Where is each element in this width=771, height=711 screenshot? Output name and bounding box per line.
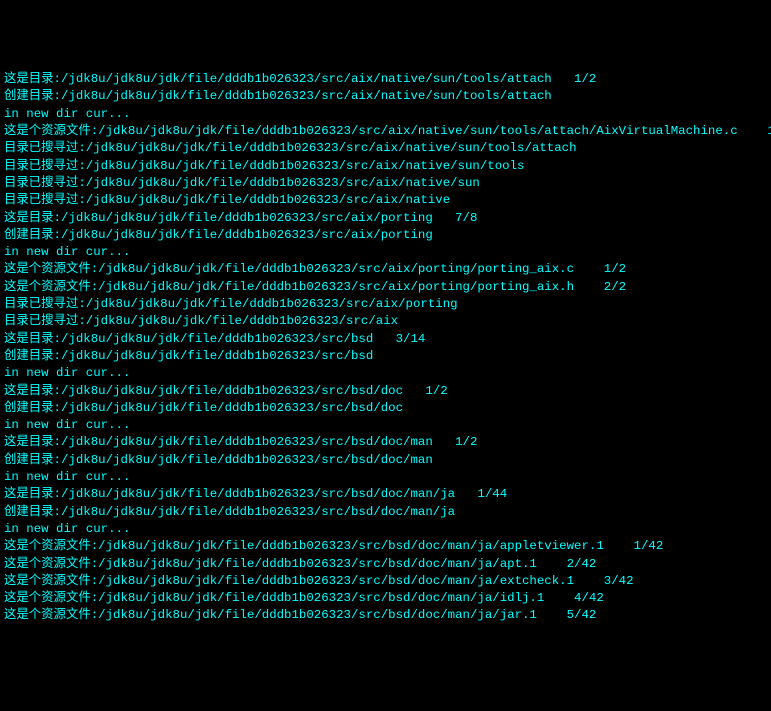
terminal-line: 这是个资源文件:/jdk8u/jdk8u/jdk/file/dddb1b0263… — [4, 556, 767, 573]
terminal-line: 创建目录:/jdk8u/jdk8u/jdk/file/dddb1b026323/… — [4, 400, 767, 417]
terminal-line: 这是个资源文件:/jdk8u/jdk8u/jdk/file/dddb1b0263… — [4, 538, 767, 555]
terminal-line: 目录已搜寻过:/jdk8u/jdk8u/jdk/file/dddb1b02632… — [4, 140, 767, 157]
terminal-line: 这是目录:/jdk8u/jdk8u/jdk/file/dddb1b026323/… — [4, 383, 767, 400]
terminal-line: 目录已搜寻过:/jdk8u/jdk8u/jdk/file/dddb1b02632… — [4, 158, 767, 175]
terminal-line: 这是目录:/jdk8u/jdk8u/jdk/file/dddb1b026323/… — [4, 331, 767, 348]
terminal-line: 这是个资源文件:/jdk8u/jdk8u/jdk/file/dddb1b0263… — [4, 279, 767, 296]
terminal-line: 目录已搜寻过:/jdk8u/jdk8u/jdk/file/dddb1b02632… — [4, 313, 767, 330]
terminal-line: 创建目录:/jdk8u/jdk8u/jdk/file/dddb1b026323/… — [4, 227, 767, 244]
terminal-line: 目录已搜寻过:/jdk8u/jdk8u/jdk/file/dddb1b02632… — [4, 296, 767, 313]
terminal-line: in new dir cur... — [4, 469, 767, 486]
terminal-line: 这是个资源文件:/jdk8u/jdk8u/jdk/file/dddb1b0263… — [4, 590, 767, 607]
terminal-line: 创建目录:/jdk8u/jdk8u/jdk/file/dddb1b026323/… — [4, 348, 767, 365]
terminal-line: 这是个资源文件:/jdk8u/jdk8u/jdk/file/dddb1b0263… — [4, 607, 767, 624]
terminal-line: 创建目录:/jdk8u/jdk8u/jdk/file/dddb1b026323/… — [4, 452, 767, 469]
terminal-line: 创建目录:/jdk8u/jdk8u/jdk/file/dddb1b026323/… — [4, 88, 767, 105]
terminal-line: 这是个资源文件:/jdk8u/jdk8u/jdk/file/dddb1b0263… — [4, 261, 767, 278]
terminal-line: in new dir cur... — [4, 521, 767, 538]
terminal-line: 这是个资源文件:/jdk8u/jdk8u/jdk/file/dddb1b0263… — [4, 573, 767, 590]
terminal-output: 这是目录:/jdk8u/jdk8u/jdk/file/dddb1b026323/… — [4, 71, 767, 625]
terminal-line: 目录已搜寻过:/jdk8u/jdk8u/jdk/file/dddb1b02632… — [4, 192, 767, 209]
terminal-line: 目录已搜寻过:/jdk8u/jdk8u/jdk/file/dddb1b02632… — [4, 175, 767, 192]
terminal-line: 创建目录:/jdk8u/jdk8u/jdk/file/dddb1b026323/… — [4, 504, 767, 521]
terminal-line: 这是目录:/jdk8u/jdk8u/jdk/file/dddb1b026323/… — [4, 210, 767, 227]
terminal-line: 这是个资源文件:/jdk8u/jdk8u/jdk/file/dddb1b0263… — [4, 123, 767, 140]
terminal-line: 这是目录:/jdk8u/jdk8u/jdk/file/dddb1b026323/… — [4, 486, 767, 503]
terminal-line: in new dir cur... — [4, 106, 767, 123]
terminal-line: 这是目录:/jdk8u/jdk8u/jdk/file/dddb1b026323/… — [4, 434, 767, 451]
terminal-line: in new dir cur... — [4, 365, 767, 382]
terminal-line: in new dir cur... — [4, 417, 767, 434]
terminal-line: in new dir cur... — [4, 244, 767, 261]
terminal-line: 这是目录:/jdk8u/jdk8u/jdk/file/dddb1b026323/… — [4, 71, 767, 88]
